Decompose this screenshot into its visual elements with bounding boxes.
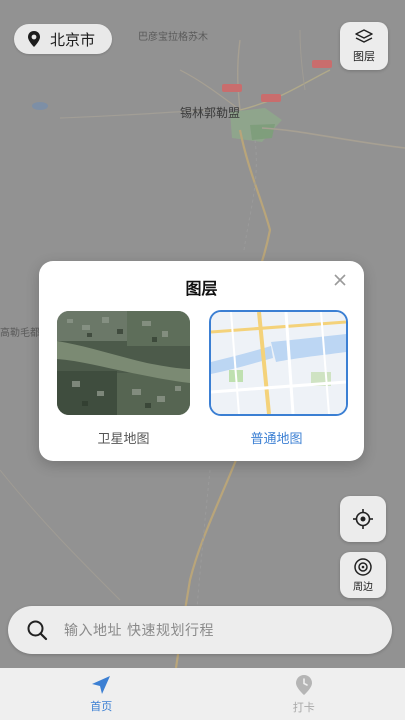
nearby-label: 周边: [353, 582, 373, 593]
nearby-button[interactable]: 周边: [340, 552, 386, 598]
tab-checkin[interactable]: 打卡: [203, 668, 405, 720]
layers-icon: [355, 29, 373, 43]
city-name: 北京市: [50, 30, 96, 49]
road-badge: [261, 94, 281, 102]
satellite-thumbnail: [57, 311, 190, 415]
tab-home[interactable]: 首页: [0, 668, 203, 720]
close-icon[interactable]: [331, 271, 349, 289]
standard-map-thumbnail: [211, 312, 346, 414]
satellite-map-option[interactable]: [57, 311, 190, 415]
bottom-tab-bar: 首页 打卡: [0, 668, 405, 720]
map-label-left: 高勒毛都: [0, 328, 40, 339]
road-badge: [312, 60, 332, 68]
road-badge: [222, 84, 242, 92]
location-pin-icon: [28, 31, 40, 47]
tab-checkin-label: 打卡: [292, 700, 315, 714]
search-input[interactable]: 输入地址 快速规划行程: [64, 620, 214, 640]
nearby-radar-icon: [354, 558, 372, 576]
search-bar[interactable]: 输入地址 快速规划行程: [8, 606, 392, 654]
checkin-pin-icon: [295, 674, 312, 695]
standard-map-label: 普通地图: [250, 432, 303, 447]
standard-map-option[interactable]: [209, 310, 348, 416]
navigation-arrow-icon: [92, 675, 111, 694]
dialog-title: 图层: [185, 279, 218, 298]
search-icon: [27, 620, 48, 641]
satellite-map-label: 卫星地图: [97, 432, 150, 447]
layers-label: 图层: [353, 50, 375, 63]
map-label-city: 锡林郭勒盟: [180, 106, 241, 120]
tab-home-label: 首页: [90, 699, 113, 713]
map-label-town: 巴彦宝拉格苏木: [138, 32, 208, 43]
layers-button[interactable]: 图层: [340, 22, 388, 70]
locate-button[interactable]: [340, 496, 386, 542]
layer-dialog: 图层 卫星地图 普通地图: [39, 261, 364, 461]
locate-icon: [353, 509, 373, 529]
city-selector[interactable]: 北京市: [14, 24, 112, 54]
